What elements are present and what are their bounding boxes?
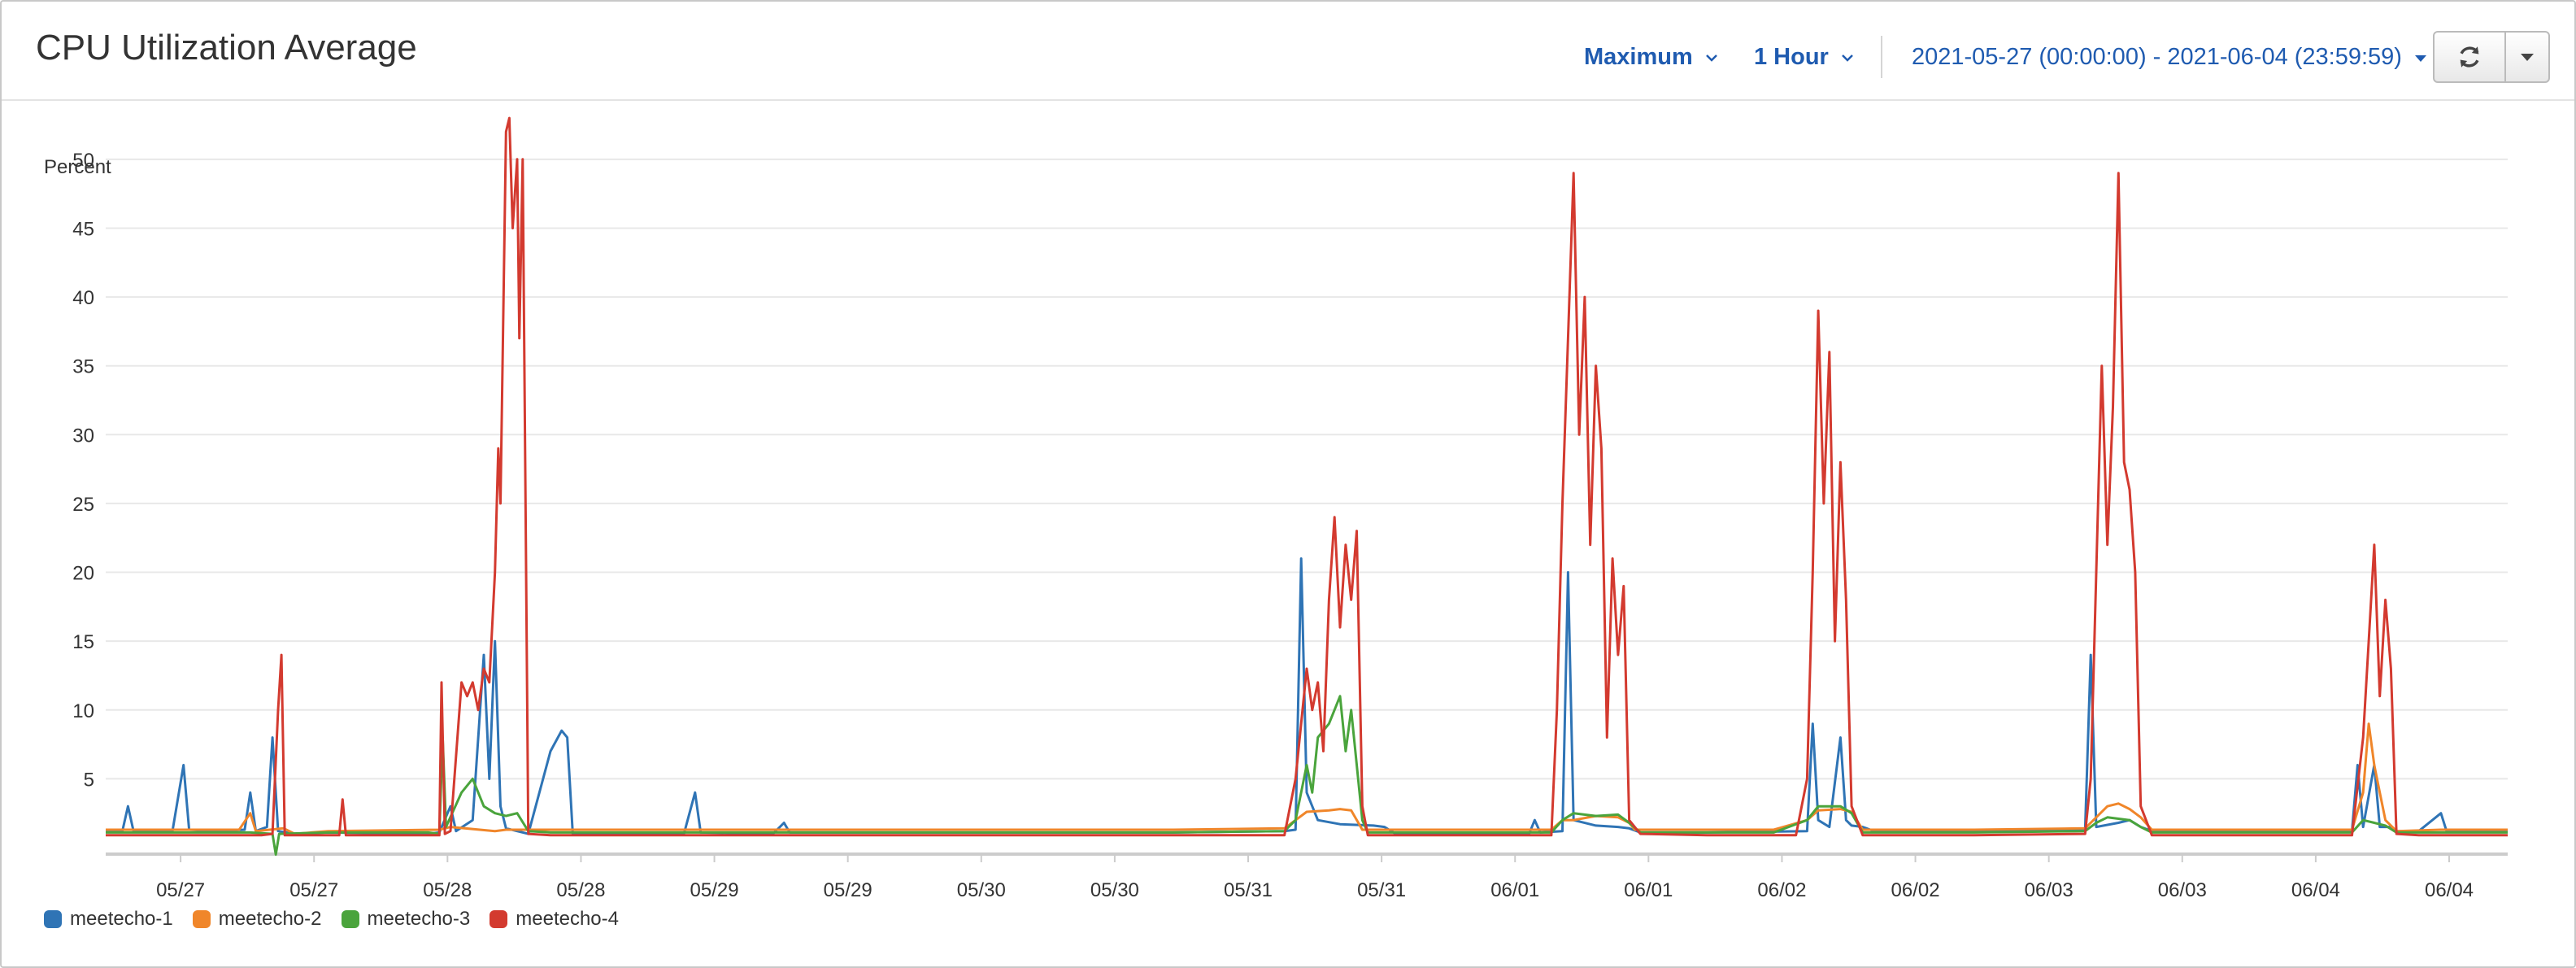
cpu-line-chart: 5 10 15 20 25 30 35 40 45 50 05/27 05/27 05/28 05/28 0…	[72, 116, 2508, 901]
y-tick-label: 10	[72, 700, 94, 722]
x-tick-label: 05/31	[1224, 879, 1273, 901]
y-tick-label: 25	[72, 494, 94, 516]
y-tick-label: 15	[72, 631, 94, 653]
series-line-meetecho-4	[106, 116, 2508, 837]
legend-label: meetecho-3	[367, 908, 471, 930]
chart-legend: meetecho-1 meetecho-2 meetecho-3 meetecho-4	[44, 908, 638, 931]
chart-panel: CPU Utilization Average Maximum 1 Hour 2…	[0, 0, 2576, 968]
x-tick-label: 06/02	[1891, 879, 1940, 901]
x-tick-label: 05/30	[1090, 879, 1139, 901]
x-tick-label: 06/01	[1624, 879, 1673, 901]
legend-label: meetecho-4	[516, 908, 619, 930]
legend-item-meetecho-4[interactable]: meetecho-4	[490, 908, 619, 931]
x-tick-label: 05/29	[690, 879, 739, 901]
legend-swatch	[341, 910, 359, 928]
y-tick-label: 35	[72, 356, 94, 378]
x-tick-label: 06/02	[1757, 879, 1806, 901]
y-tick-label: 40	[72, 287, 94, 309]
x-tick-label: 05/28	[556, 879, 605, 901]
x-tick-label: 06/03	[2025, 879, 2073, 901]
legend-item-meetecho-1[interactable]: meetecho-1	[44, 908, 173, 931]
x-tick-label: 06/04	[2425, 879, 2474, 901]
legend-swatch	[490, 910, 508, 928]
x-tick-label: 06/04	[2291, 879, 2340, 901]
legend-swatch	[192, 910, 211, 928]
legend-swatch	[44, 910, 62, 928]
legend-item-meetecho-3[interactable]: meetecho-3	[341, 908, 471, 931]
legend-label: meetecho-2	[218, 908, 322, 930]
x-tick-label: 06/03	[2158, 879, 2207, 901]
y-tick-label: 5	[84, 769, 94, 791]
y-tick-label: 50	[72, 150, 94, 172]
y-tick-label: 30	[72, 425, 94, 447]
x-tick-label: 05/28	[423, 879, 472, 901]
x-tick-label: 06/01	[1490, 879, 1539, 901]
y-tick-label: 20	[72, 563, 94, 585]
x-tick-label: 05/31	[1357, 879, 1406, 901]
x-tick-label: 05/29	[824, 879, 872, 901]
x-tick-label: 05/27	[289, 879, 338, 901]
x-tick-label: 05/27	[156, 879, 205, 901]
legend-label: meetecho-1	[70, 908, 173, 930]
y-tick-label: 45	[72, 218, 94, 240]
legend-item-meetecho-2[interactable]: meetecho-2	[192, 908, 322, 931]
x-tick-label: 05/30	[957, 879, 1006, 901]
